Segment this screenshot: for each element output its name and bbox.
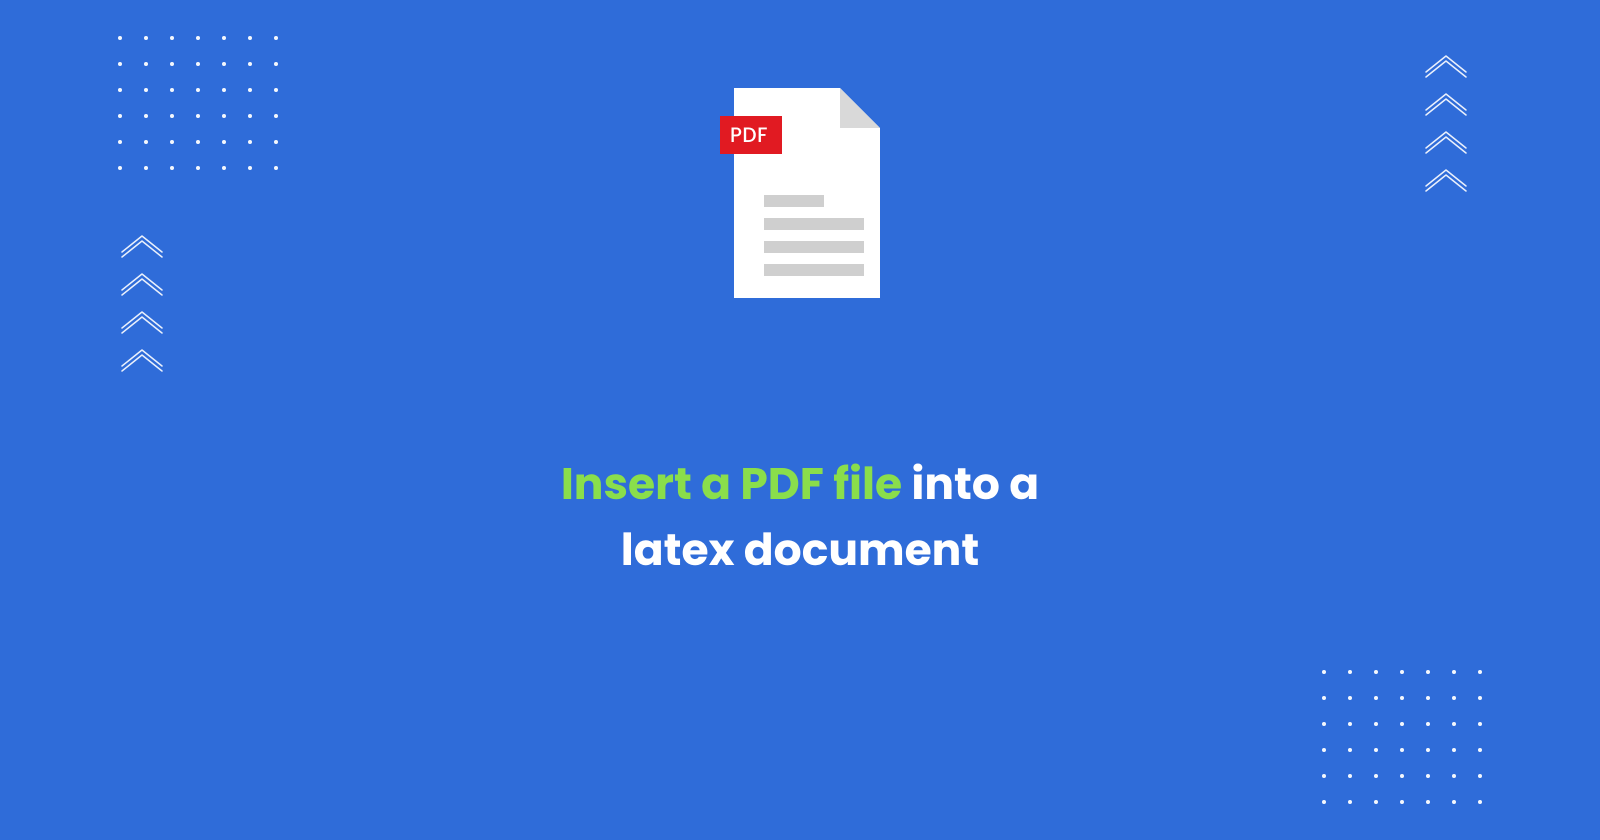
headline-rest-line1: into a: [902, 454, 1039, 515]
decorative-chevrons-top-right: [1422, 50, 1470, 192]
headline-line2: latex document: [621, 520, 979, 581]
headline-accent: Insert a PDF file: [561, 454, 902, 515]
pdf-document-icon: PDF: [720, 88, 880, 298]
pdf-badge-label: PDF: [720, 116, 782, 154]
decorative-chevrons-left: [118, 230, 166, 372]
decorative-dot-grid-top-left: [118, 36, 278, 170]
headline-text: Insert a PDF file into a latex document: [420, 452, 1180, 584]
decorative-dot-grid-bottom-right: [1322, 670, 1482, 804]
